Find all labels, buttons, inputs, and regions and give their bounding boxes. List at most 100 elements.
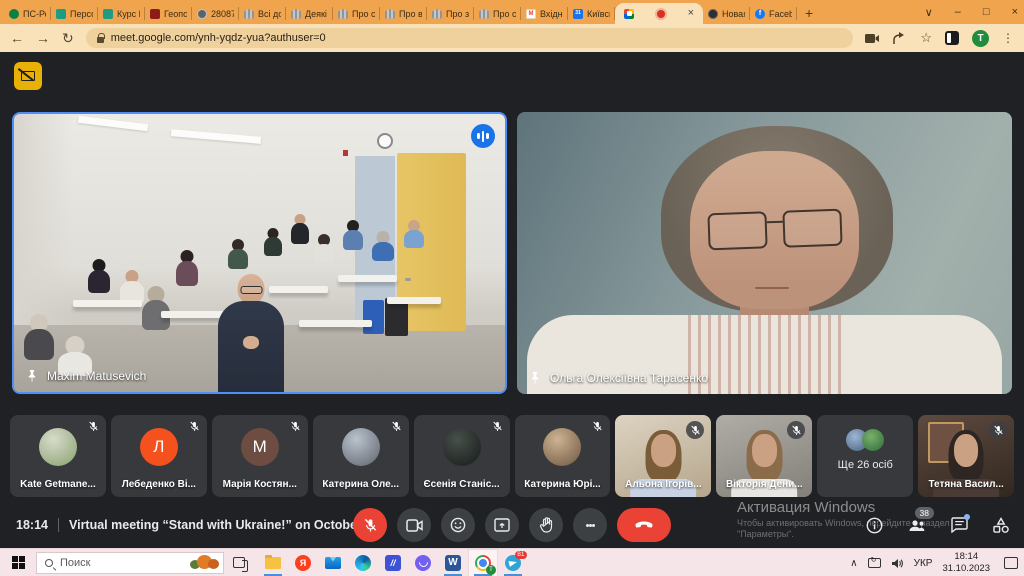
bookmark-star-icon[interactable]: ☆	[920, 30, 932, 46]
mic-off-icon	[363, 518, 378, 533]
tab-title: Київсь	[587, 9, 610, 19]
new-tab-button[interactable]: +	[805, 5, 813, 21]
raise-hand-button[interactable]	[529, 508, 563, 542]
tab-close-icon[interactable]: ×	[688, 8, 694, 19]
tab-sheets[interactable]: Курс К	[98, 3, 145, 24]
browser-menu-icon[interactable]: ⋮	[1002, 31, 1014, 45]
tab-globe[interactable]: 280876	[192, 3, 239, 24]
share-icon[interactable]	[893, 32, 907, 45]
activities-button[interactable]	[992, 517, 1010, 534]
taskbar-app-slashes[interactable]: //	[378, 549, 408, 576]
camera-in-use-icon[interactable]	[865, 33, 880, 44]
chat-button[interactable]	[951, 517, 968, 533]
taskbar-yandex-browser[interactable]: Я	[288, 549, 318, 576]
taskbar-telegram[interactable]: 81	[498, 549, 528, 576]
mic-off-icon	[492, 421, 503, 432]
hand-icon	[539, 517, 554, 533]
address-bar[interactable]: meet.google.com/ynh-yqdz-yua?authuser=0	[86, 28, 854, 48]
close-window-button[interactable]: ×	[1012, 6, 1018, 18]
meeting-details-button[interactable]	[866, 517, 883, 534]
tab-sheets[interactable]: Персо	[51, 3, 98, 24]
tray-display-icon[interactable]	[868, 558, 881, 568]
main-video-tile-classroom[interactable]: Maxim Matusevich	[12, 112, 507, 394]
minimize-button[interactable]: –	[955, 6, 961, 18]
calendar-favicon: 31	[573, 9, 583, 19]
tray-hidden-icons-chevron[interactable]: ∧	[850, 558, 857, 569]
camera-icon	[406, 519, 423, 532]
participant-tile[interactable]: ЛЛебеденко Ві...	[111, 415, 207, 497]
maximize-button[interactable]: □	[983, 6, 990, 18]
profile-avatar[interactable]: T	[972, 30, 989, 47]
taskbar-mail[interactable]	[318, 549, 348, 576]
mic-muted-button[interactable]	[353, 508, 387, 542]
bank-favicon	[291, 9, 301, 19]
participant-name: Єсенія Станіс...	[418, 479, 506, 490]
taskbar-chrome-active[interactable]: T	[468, 549, 498, 576]
taskbar-search-input[interactable]: Поиск	[36, 552, 224, 574]
tab-gmail[interactable]: MВхідні	[521, 3, 568, 24]
side-panel-icon[interactable]	[945, 31, 959, 45]
tab-active-meet[interactable]: ×	[615, 3, 703, 24]
taskbar-word[interactable]: W	[438, 549, 468, 576]
sheets-favicon	[56, 9, 66, 19]
end-call-button[interactable]	[617, 508, 671, 542]
tab-dark[interactable]: Новая	[703, 3, 750, 24]
pkg-favicon	[150, 9, 160, 19]
tab-chart[interactable]: ПС-Ро	[4, 3, 51, 24]
taskbar-file-explorer[interactable]	[258, 549, 288, 576]
volume-icon[interactable]	[891, 558, 904, 569]
taskbar-edge[interactable]	[348, 549, 378, 576]
tray-date: 31.10.2023	[942, 563, 990, 574]
photo-avatar	[39, 428, 77, 466]
tab-bank[interactable]: Про за	[427, 3, 474, 24]
action-center-icon[interactable]	[1004, 557, 1018, 569]
speaking-indicator-icon	[471, 124, 495, 148]
tab-bank[interactable]: Деякі п	[286, 3, 333, 24]
participant-tile[interactable]: Єсенія Станіс...	[414, 415, 510, 497]
photo-avatar	[443, 428, 481, 466]
reload-button[interactable]: ↻	[62, 31, 74, 45]
tab-title: Facebo	[769, 9, 792, 19]
language-indicator[interactable]: УКР	[914, 558, 933, 569]
letter-avatar: Л	[140, 428, 178, 466]
tab-title: 280876	[211, 9, 234, 19]
participant-name: Kate Getmane...	[14, 479, 102, 490]
taskbar-viber[interactable]	[408, 549, 438, 576]
participant-tile[interactable]: Kate Getmane...	[10, 415, 106, 497]
tab-bank[interactable]: Всі док	[239, 3, 286, 24]
tab-pkg[interactable]: Геопол	[145, 3, 192, 24]
tab-bank[interactable]: Про сх	[474, 3, 521, 24]
camera-button[interactable]	[397, 508, 431, 542]
tab-bank[interactable]: Про вн	[380, 3, 427, 24]
back-button[interactable]: ←	[10, 31, 24, 45]
start-button[interactable]	[0, 549, 36, 576]
tray-time: 18:14	[954, 551, 978, 562]
mic-off-icon	[290, 421, 301, 432]
tab-facebook[interactable]: fFacebo	[750, 3, 797, 24]
participant-tile[interactable]: Катерина Юрі...	[515, 415, 611, 497]
participant-tile[interactable]: Тетяна Васил...	[918, 415, 1014, 497]
task-view-button[interactable]	[224, 557, 254, 568]
forward-button[interactable]: →	[36, 31, 50, 45]
tab-title: Персо	[70, 9, 93, 19]
bank-favicon	[432, 9, 442, 19]
tray-clock[interactable]: 18:14 31.10.2023	[942, 551, 990, 575]
present-screen-button[interactable]	[485, 508, 519, 542]
chat-notification-dot	[964, 514, 970, 520]
tab-title: Про вн	[399, 9, 422, 19]
more-options-button[interactable]	[573, 508, 607, 542]
participant-tile[interactable]: Катерина Оле...	[313, 415, 409, 497]
recording-indicator-icon	[657, 10, 665, 18]
participant-name: Ще 26 осіб	[817, 459, 913, 471]
participant-tile[interactable]: Вікторія Дени...	[716, 415, 812, 497]
participants-button[interactable]: 38	[907, 517, 927, 533]
reactions-button[interactable]	[441, 508, 475, 542]
participant-tile[interactable]: ММарія Костян...	[212, 415, 308, 497]
tab-search-chevron-icon[interactable]: ∨	[925, 6, 933, 19]
participant-tile[interactable]: Ще 26 осіб	[817, 415, 913, 497]
participant-tile[interactable]: Альона Ігорів...	[615, 415, 711, 497]
tab-calendar[interactable]: 31 Київсь	[568, 3, 615, 24]
main-video-tile-portrait[interactable]: Ольга Олексіївна Тарасенко	[517, 112, 1012, 394]
tab-bank[interactable]: Про сх	[333, 3, 380, 24]
presentation-off-badge[interactable]	[14, 62, 42, 90]
